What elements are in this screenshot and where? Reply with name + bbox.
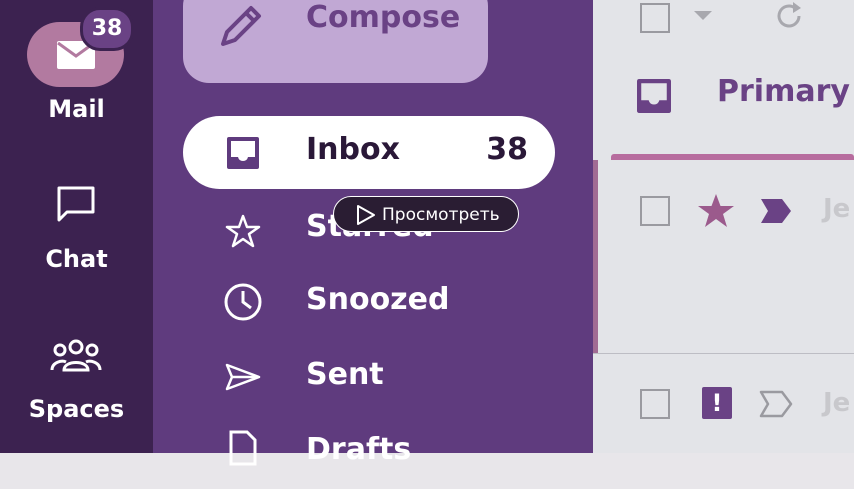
rail-label-spaces: Spaces: [28, 395, 125, 423]
nav-label-inbox: Inbox: [306, 132, 400, 167]
chat-icon: [57, 186, 95, 222]
play-icon: [357, 205, 375, 225]
nav-item-inbox[interactable]: Inbox 38: [183, 116, 555, 189]
row-checkbox[interactable]: [640, 389, 670, 419]
preview-tooltip-label: Просмотреть: [382, 205, 500, 225]
nav-item-snoozed[interactable]: Snoozed: [183, 266, 555, 339]
app-rail: 38 Mail Chat Spaces: [0, 0, 153, 453]
nav-label-snoozed: Snoozed: [306, 282, 450, 317]
primary-inbox-icon: [637, 79, 671, 113]
star-icon: [225, 214, 261, 248]
refresh-icon[interactable]: [773, 0, 805, 32]
row-sender: Je: [823, 388, 851, 418]
important-outline-icon[interactable]: [759, 390, 793, 418]
important-filled-icon[interactable]: [760, 198, 792, 224]
inbox-icon: [227, 137, 259, 169]
rail-label-chat: Chat: [45, 245, 108, 273]
compose-label: Compose: [306, 0, 461, 35]
row-sender: Je: [823, 194, 851, 224]
pencil-icon: [221, 6, 261, 46]
select-all-checkbox[interactable]: [640, 3, 670, 33]
star-filled-icon[interactable]: [697, 193, 735, 229]
mail-toolbar: [593, 0, 854, 50]
mail-list-panel: Primary Je ! Je: [593, 0, 854, 453]
row-selected-accent: [593, 160, 598, 353]
mail-row[interactable]: ! Je: [593, 354, 854, 453]
mail-row[interactable]: Je: [593, 160, 854, 353]
clock-icon: [224, 283, 262, 321]
nav-label-drafts: Drafts: [306, 432, 412, 467]
row-checkbox[interactable]: [640, 196, 670, 226]
inbox-count: 38: [486, 132, 528, 167]
tab-primary-label: Primary: [717, 74, 850, 109]
chat-rail-button[interactable]: [0, 185, 153, 230]
send-icon: [225, 363, 261, 391]
mail-unread-badge: 38: [80, 7, 134, 51]
spaces-rail-button[interactable]: [0, 338, 153, 378]
nav-label-sent: Sent: [306, 357, 384, 392]
important-badge-icon[interactable]: !: [702, 387, 732, 419]
draft-icon: [229, 430, 257, 466]
rail-label-mail: Mail: [48, 95, 105, 123]
chevron-down-icon[interactable]: [694, 11, 712, 21]
spaces-icon: [50, 339, 102, 372]
nav-item-sent[interactable]: Sent: [183, 341, 555, 414]
preview-tooltip[interactable]: Просмотреть: [333, 196, 519, 232]
